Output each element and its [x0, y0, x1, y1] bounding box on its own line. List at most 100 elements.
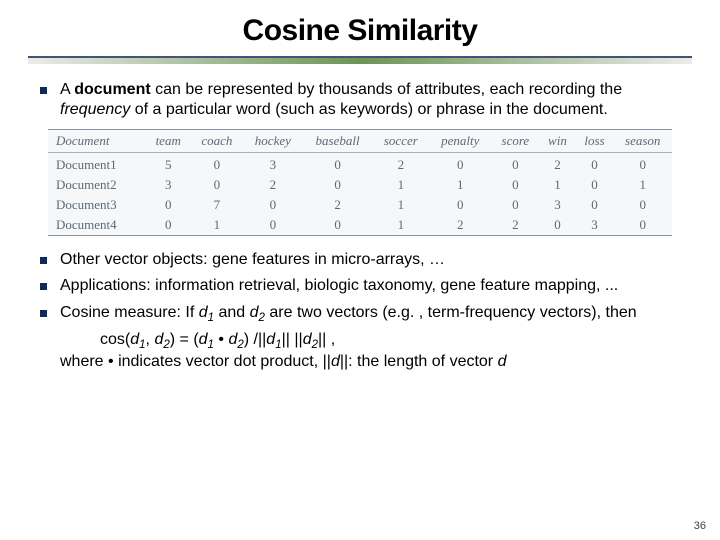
- data-table: Document team coach hockey baseball socc…: [48, 129, 672, 236]
- table-header-row: Document team coach hockey baseball socc…: [48, 129, 672, 152]
- cell: 0: [613, 195, 672, 215]
- cell: 0: [191, 152, 244, 175]
- cell: 0: [303, 152, 373, 175]
- var-d: d: [130, 331, 139, 348]
- bullet-document-definition: A document can be represented by thousan…: [38, 80, 682, 121]
- text-fragment: of a particular word (such as keywords) …: [130, 101, 608, 118]
- page-number: 36: [694, 520, 706, 532]
- cell: 0: [303, 175, 373, 195]
- text-fragment: cos(: [100, 331, 130, 348]
- col-header: soccer: [373, 129, 429, 152]
- cell: 0: [146, 195, 191, 215]
- formula-line-2: where • indicates vector dot product, ||…: [60, 351, 682, 373]
- row-label: Document2: [48, 175, 146, 195]
- cell: 2: [303, 195, 373, 215]
- col-header: team: [146, 129, 191, 152]
- cell: 0: [613, 152, 672, 175]
- cell: 1: [373, 195, 429, 215]
- text-fragment: ) = (: [170, 331, 199, 348]
- formula-block: cos(d1, d2) = (d1 • d2) /||d1|| ||d2|| ,…: [38, 329, 682, 372]
- bottom-bullet-list: Other vector objects: gene features in m…: [38, 250, 682, 323]
- col-header: Document: [48, 129, 146, 152]
- cell: 0: [491, 175, 539, 195]
- bullet-cosine-measure: Cosine measure: If d1 and d2 are two vec…: [38, 303, 682, 323]
- cell: 0: [243, 215, 302, 236]
- col-header: hockey: [243, 129, 302, 152]
- cell: 0: [575, 152, 613, 175]
- italic-frequency: frequency: [60, 101, 130, 118]
- cell: 0: [539, 215, 575, 236]
- cell: 1: [613, 175, 672, 195]
- formula-line-1: cos(d1, d2) = (d1 • d2) /||d1|| ||d2|| ,: [60, 329, 682, 351]
- var-d: d: [303, 331, 312, 348]
- table-row: Document4 0 1 0 0 1 2 2 0 3 0: [48, 215, 672, 236]
- cell: 3: [243, 152, 302, 175]
- var-d: d: [498, 353, 507, 370]
- text-fragment: || ,: [318, 331, 335, 348]
- cell: 1: [429, 175, 491, 195]
- col-header: coach: [191, 129, 244, 152]
- text-fragment: ||: the length of vector: [340, 353, 498, 370]
- page-title: Cosine Similarity: [243, 14, 478, 47]
- text-fragment: •: [214, 331, 229, 348]
- var-d: d: [250, 304, 259, 321]
- row-label: Document1: [48, 152, 146, 175]
- cell: 0: [146, 215, 191, 236]
- text-fragment: are two vectors (e.g. , term-frequency v…: [265, 304, 637, 321]
- cell: 0: [613, 215, 672, 236]
- cell: 0: [575, 195, 613, 215]
- cell: 5: [146, 152, 191, 175]
- cell: 3: [539, 195, 575, 215]
- cell: 2: [539, 152, 575, 175]
- var-d: d: [199, 304, 208, 321]
- col-header: baseball: [303, 129, 373, 152]
- var-d: d: [266, 331, 275, 348]
- col-header: loss: [575, 129, 613, 152]
- cell: 0: [429, 152, 491, 175]
- table-row: Document2 3 0 2 0 1 1 0 1 0 1: [48, 175, 672, 195]
- var-d: d: [154, 331, 163, 348]
- cell: 0: [491, 195, 539, 215]
- title-underline: [28, 56, 692, 64]
- cell: 2: [491, 215, 539, 236]
- table-row: Document3 0 7 0 2 1 0 0 3 0 0: [48, 195, 672, 215]
- term-document-table: Document team coach hockey baseball socc…: [48, 129, 672, 236]
- row-label: Document3: [48, 195, 146, 215]
- title-block: Cosine Similarity: [0, 0, 720, 64]
- bold-document: document: [74, 81, 150, 98]
- text-fragment: Cosine measure: If: [60, 304, 199, 321]
- cell: 3: [575, 215, 613, 236]
- var-d: d: [199, 331, 208, 348]
- cell: 0: [243, 195, 302, 215]
- col-header: season: [613, 129, 672, 152]
- text-fragment: and: [214, 304, 250, 321]
- bullet-other-vectors: Other vector objects: gene features in m…: [38, 250, 682, 270]
- col-header: penalty: [429, 129, 491, 152]
- cell: 0: [191, 175, 244, 195]
- row-label: Document4: [48, 215, 146, 236]
- bullet-applications: Applications: information retrieval, bio…: [38, 276, 682, 296]
- cell: 0: [303, 215, 373, 236]
- cell: 7: [191, 195, 244, 215]
- cell: 1: [539, 175, 575, 195]
- cell: 3: [146, 175, 191, 195]
- slide: Cosine Similarity A document can be repr…: [0, 0, 720, 540]
- cell: 0: [575, 175, 613, 195]
- top-bullet-list: A document can be represented by thousan…: [38, 80, 682, 121]
- cell: 2: [243, 175, 302, 195]
- text-fragment: ) /||: [244, 331, 267, 348]
- table-row: Document1 5 0 3 0 2 0 0 2 0 0: [48, 152, 672, 175]
- cell: 0: [429, 195, 491, 215]
- cell: 1: [191, 215, 244, 236]
- body: A document can be represented by thousan…: [0, 64, 720, 373]
- col-header: score: [491, 129, 539, 152]
- cell: 1: [373, 215, 429, 236]
- text-fragment: A: [60, 81, 74, 98]
- cell: 0: [491, 152, 539, 175]
- cell: 1: [373, 175, 429, 195]
- col-header: win: [539, 129, 575, 152]
- text-fragment: can be represented by thousands of attri…: [151, 81, 622, 98]
- cell: 2: [429, 215, 491, 236]
- cell: 2: [373, 152, 429, 175]
- text-fragment: where • indicates vector dot product, ||: [60, 353, 331, 370]
